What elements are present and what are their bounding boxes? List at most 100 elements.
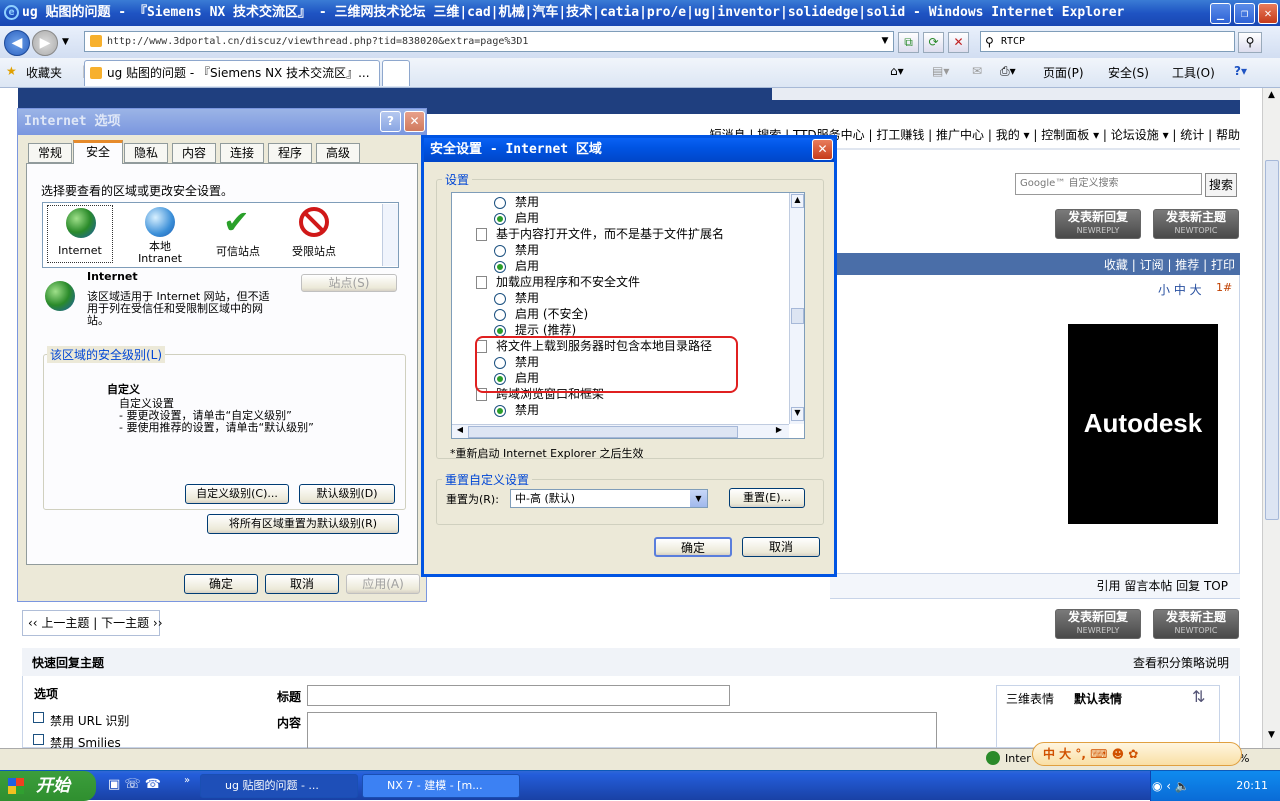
tab-advanced[interactable]: 高级: [316, 143, 360, 163]
setting-option[interactable]: 禁用: [494, 290, 539, 306]
zone-restricted[interactable]: 受限站点: [281, 205, 347, 263]
mail-icon[interactable]: ✉: [972, 64, 982, 78]
tab-connections[interactable]: 连接: [220, 143, 264, 163]
setting-option[interactable]: 禁用: [494, 194, 539, 210]
feeds-icon[interactable]: ▤▾: [932, 64, 949, 78]
google-search-input[interactable]: Google™ 自定义搜索: [1015, 173, 1202, 195]
disable-url-checkbox[interactable]: [33, 712, 44, 723]
task-ie[interactable]: ug 贴图的问题 - ...: [200, 774, 358, 798]
post-actions[interactable]: 引用 留言本帖 回复 TOP: [1060, 577, 1228, 594]
reset-all-zones-button[interactable]: 将所有区域重置为默认级别(R): [207, 514, 399, 534]
close-button[interactable]: ✕: [404, 111, 425, 132]
scroll-up-arrow[interactable]: ▲: [791, 194, 804, 208]
content-textarea[interactable]: [307, 712, 937, 748]
ok-button[interactable]: 确定: [184, 574, 258, 594]
print-link[interactable]: 打印: [1211, 258, 1235, 272]
tab-programs[interactable]: 程序: [268, 143, 312, 163]
new-topic-button[interactable]: 发表新主题 NEWTOPIC: [1153, 209, 1239, 239]
tab-content[interactable]: 内容: [172, 143, 216, 163]
chevron-down-icon[interactable]: ▼: [690, 490, 707, 507]
recommend-link[interactable]: 推荐: [1175, 258, 1199, 272]
history-dropdown-icon[interactable]: ▼: [62, 37, 69, 47]
tab-privacy[interactable]: 隐私: [124, 143, 168, 163]
cancel-button[interactable]: 取消: [742, 537, 820, 557]
title-input[interactable]: [307, 685, 730, 706]
close-button[interactable]: ✕: [1258, 3, 1278, 24]
page-menu[interactable]: 页面(P): [1043, 64, 1084, 81]
radio-button[interactable]: [494, 404, 506, 417]
scroll-left-arrow[interactable]: ◀: [453, 425, 467, 438]
search-input[interactable]: RTCP: [980, 31, 1235, 52]
sites-button[interactable]: 站点(S): [301, 274, 397, 292]
setting-option[interactable]: 禁用: [494, 402, 539, 418]
custom-level-button[interactable]: 自定义级别(C)...: [185, 484, 289, 504]
nav-item[interactable]: 控制面板: [1041, 128, 1089, 142]
page-scrollbar[interactable]: ▲ ▼: [1262, 88, 1280, 748]
compat-icon[interactable]: ⧉: [898, 32, 919, 53]
autodesk-ad[interactable]: Autodesk: [1068, 324, 1218, 524]
radio-button[interactable]: [494, 324, 506, 337]
browser-tab[interactable]: ug 贴图的问题 - 『Siemens NX 技术交流区』...: [84, 60, 380, 86]
scroll-up-arrow[interactable]: ▲: [1264, 90, 1279, 105]
prev-next-topic[interactable]: ‹‹ 上一主题 | 下一主题 ››: [22, 610, 163, 636]
radio-button[interactable]: [494, 212, 506, 225]
tab-general[interactable]: 常规: [28, 143, 72, 163]
nav-item[interactable]: 打工赚钱: [876, 128, 924, 142]
setting-option[interactable]: 禁用: [494, 242, 539, 258]
ime-mode[interactable]: 中 大 °,: [1043, 747, 1090, 761]
minimize-button[interactable]: _: [1210, 3, 1231, 24]
scroll-down-arrow[interactable]: ▼: [1264, 730, 1279, 745]
refresh-icon[interactable]: ⟳: [923, 32, 944, 53]
scroll-thumb[interactable]: [791, 308, 804, 324]
quicklaunch-more-icon[interactable]: »: [184, 775, 190, 786]
setting-option[interactable]: 启用: [494, 258, 539, 274]
favorites-button[interactable]: 收藏夹: [26, 64, 62, 81]
zone-intranet[interactable]: 本地 Intranet: [127, 205, 193, 267]
points-policy-link[interactable]: 查看积分策略说明: [1133, 654, 1229, 671]
help-icon[interactable]: ?▾: [1234, 64, 1247, 78]
nav-item[interactable]: 论坛设施: [1111, 128, 1159, 142]
default-level-button[interactable]: 默认级别(D): [299, 484, 395, 504]
nav-item[interactable]: 推广中心: [936, 128, 984, 142]
collapse-icon[interactable]: ⇅: [1192, 687, 1205, 706]
cancel-button[interactable]: 取消: [265, 574, 339, 594]
zone-trusted[interactable]: ✔ 可信站点: [205, 203, 271, 263]
favorite-thread-link[interactable]: 收藏: [1104, 258, 1128, 272]
scroll-down-arrow[interactable]: ▼: [791, 407, 804, 421]
zone-internet[interactable]: Internet: [47, 205, 113, 263]
url-dropdown-icon[interactable]: ▼: [878, 32, 892, 53]
emoticon-tab-3d[interactable]: 三维表情: [1006, 690, 1054, 707]
new-topic-button-bottom[interactable]: 发表新主题 NEWTOPIC: [1153, 609, 1239, 639]
ok-button[interactable]: 确定: [654, 537, 732, 557]
emoticon-tab-default[interactable]: 默认表情: [1074, 690, 1122, 707]
settings-hscroll[interactable]: ◀ ▶: [452, 424, 789, 438]
font-size-switch[interactable]: 小 中 大: [1158, 281, 1202, 298]
settings-vscroll[interactable]: ▲ ▼: [789, 193, 804, 424]
help-button[interactable]: ?: [380, 111, 401, 132]
home-icon[interactable]: ⌂▾: [890, 64, 904, 78]
maximize-button[interactable]: ❐: [1234, 3, 1255, 24]
google-search-button[interactable]: 搜索: [1205, 173, 1237, 197]
quicklaunch-icons[interactable]: ▣ ☏ ☎: [108, 777, 161, 792]
tab-security[interactable]: 安全: [73, 140, 123, 164]
ime-toolbar[interactable]: 中 大 °, ⌨ ☻ ✿: [1032, 742, 1242, 766]
stop-icon[interactable]: ✕: [948, 32, 969, 53]
nav-item[interactable]: 帮助: [1216, 128, 1240, 142]
safety-menu[interactable]: 安全(S): [1108, 64, 1149, 81]
disable-smilies-checkbox[interactable]: [33, 734, 44, 745]
close-button[interactable]: ✕: [812, 139, 833, 160]
reset-button[interactable]: 重置(E)...: [729, 488, 805, 508]
new-tab-button[interactable]: [382, 60, 410, 86]
reset-level-select[interactable]: 中-高 (默认) ▼: [510, 489, 708, 508]
scroll-right-arrow[interactable]: ▶: [772, 425, 786, 438]
setting-option[interactable]: 启用: [494, 210, 539, 226]
back-button[interactable]: ◀: [4, 30, 30, 56]
nav-item[interactable]: 我的: [996, 128, 1020, 142]
subscribe-link[interactable]: 订阅: [1140, 258, 1164, 272]
tools-menu[interactable]: 工具(O): [1172, 64, 1215, 81]
hscroll-thumb[interactable]: [468, 426, 738, 438]
forward-button[interactable]: ▶: [32, 30, 58, 56]
nav-item[interactable]: 统计: [1180, 128, 1204, 142]
print-icon[interactable]: ⎙▾: [1000, 64, 1016, 79]
radio-button[interactable]: [494, 196, 506, 209]
